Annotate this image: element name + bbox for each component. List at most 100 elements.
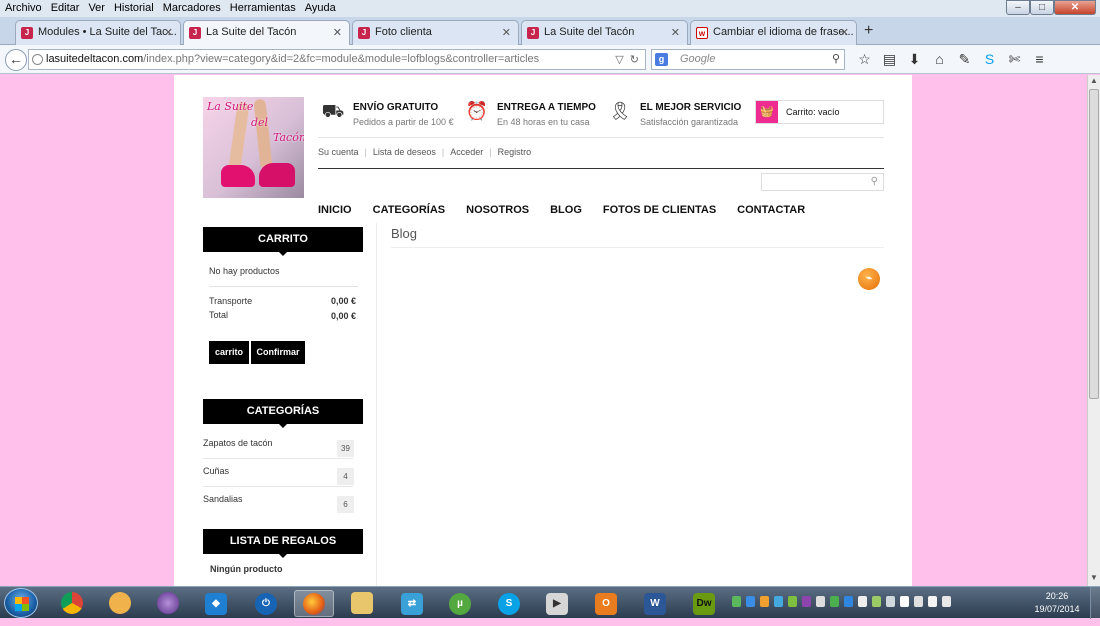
chrome-icon[interactable]: [52, 590, 92, 617]
network-icon[interactable]: [900, 596, 909, 607]
category-item[interactable]: Sandalias 6: [203, 487, 354, 515]
media-player-icon[interactable]: ▶: [537, 590, 577, 617]
battery-icon[interactable]: [942, 596, 951, 607]
category-count: 39: [337, 440, 354, 457]
categories-block-title[interactable]: CATEGORÍAS: [203, 399, 363, 428]
volume-icon[interactable]: [914, 596, 923, 607]
utorrent-icon[interactable]: µ: [440, 590, 480, 617]
nav-fotos-clientas[interactable]: FOTOS DE CLIENTAS: [603, 204, 716, 216]
menu-historial[interactable]: Historial: [109, 0, 158, 14]
close-tab-icon[interactable]: ✕: [840, 26, 849, 39]
tab-la-suite-del-tacon-2[interactable]: J La Suite del Tacón ✕: [521, 20, 688, 45]
tray-app-icon[interactable]: [788, 596, 797, 607]
tray-app-icon[interactable]: [844, 596, 853, 607]
close-tab-icon[interactable]: ✕: [502, 26, 511, 39]
dropbox-icon[interactable]: ◆: [196, 590, 236, 617]
close-tab-icon[interactable]: ✕: [671, 26, 680, 39]
skype-icon[interactable]: S: [977, 51, 1002, 68]
menu-marcadores[interactable]: Marcadores: [158, 0, 225, 14]
scroll-up-icon[interactable]: ▲: [1088, 76, 1100, 88]
flag-icon[interactable]: [928, 596, 937, 607]
tray-app-icon[interactable]: [830, 596, 839, 607]
search-icon[interactable]: ⚲: [871, 176, 878, 187]
word-icon[interactable]: W: [635, 590, 675, 617]
site-logo[interactable]: La Suite del Tacón: [203, 97, 304, 198]
search-input[interactable]: g Google ⚲: [651, 49, 845, 70]
tray-app-icon[interactable]: [886, 596, 895, 607]
menu-archivo[interactable]: Archivo: [0, 0, 46, 14]
tab-la-suite-del-tacon[interactable]: J La Suite del Tacón ✕: [183, 20, 350, 46]
site-search-input[interactable]: ⚲: [761, 173, 884, 191]
url-bar[interactable]: lasuitedeltacon.com/index.php?view=categ…: [28, 49, 646, 70]
tab-cambiar-idioma[interactable]: w Cambiar el idioma de frase... ✕: [690, 20, 857, 45]
nav-blog[interactable]: BLOG: [550, 204, 582, 216]
header-cart[interactable]: 🧺 Carrito: vacío: [755, 100, 884, 124]
tab-modules[interactable]: J Modules • La Suite del Tac... ✕: [15, 20, 181, 45]
skype-taskbar-icon[interactable]: S: [489, 590, 529, 617]
menu-ayuda[interactable]: Ayuda: [300, 0, 340, 14]
extension-icon[interactable]: ✄: [1002, 51, 1027, 68]
menu-ver[interactable]: Ver: [83, 0, 109, 14]
addon-icon[interactable]: ✎: [952, 51, 977, 68]
download-icon[interactable]: ⬇: [902, 51, 927, 68]
scroll-thumb[interactable]: [1089, 89, 1099, 399]
scroll-down-icon[interactable]: ▼: [1088, 573, 1100, 585]
category-item[interactable]: Zapatos de tacón 39: [203, 431, 354, 459]
confirm-button[interactable]: Confirmar: [251, 341, 305, 364]
dreamweaver-icon[interactable]: Dw: [684, 590, 724, 617]
account-links: Su cuenta | Lista de deseos | Acceder | Regist…: [318, 147, 532, 157]
gift-list-block-title[interactable]: LISTA DE REGALOS: [203, 529, 363, 558]
reload-icon[interactable]: ▽ ↻: [615, 53, 639, 66]
tray-app-icon[interactable]: [746, 596, 755, 607]
tray-app-icon[interactable]: [774, 596, 783, 607]
nav-inicio[interactable]: INICIO: [318, 204, 352, 216]
clock[interactable]: 20:26 19/07/2014: [1030, 590, 1084, 616]
maximize-button[interactable]: □: [1030, 0, 1054, 15]
show-desktop-button[interactable]: [1090, 587, 1100, 619]
site-favicon-icon: J: [358, 27, 370, 39]
firefox-icon[interactable]: [294, 590, 334, 617]
menu-editar[interactable]: Editar: [46, 0, 84, 14]
rss-icon[interactable]: ⌁: [858, 268, 880, 290]
nav-nosotros[interactable]: NOSOTROS: [466, 204, 529, 216]
bookmark-star-icon[interactable]: ☆: [852, 51, 877, 68]
feature-best-service: 🎗 EL MEJOR SERVICIO Satisfacción garanti…: [608, 101, 742, 127]
link-lista-deseos[interactable]: Lista de deseos: [373, 147, 436, 157]
home-icon[interactable]: ⌂: [927, 51, 952, 68]
paint-icon[interactable]: [100, 590, 140, 617]
tray-app-icon[interactable]: [760, 596, 769, 607]
close-tab-icon[interactable]: ✕: [164, 26, 173, 39]
tray-app-icon[interactable]: [816, 596, 825, 607]
new-tab-button[interactable]: +: [864, 22, 873, 40]
link-su-cuenta[interactable]: Su cuenta: [318, 147, 359, 157]
cart-button[interactable]: carrito: [209, 341, 249, 364]
close-tab-icon[interactable]: ✕: [333, 26, 342, 39]
close-window-button[interactable]: ✕: [1054, 0, 1096, 15]
cart-block-title[interactable]: CARRITO: [203, 227, 363, 256]
outlook-icon[interactable]: O: [586, 590, 626, 617]
minimize-button[interactable]: –: [1006, 0, 1030, 15]
menu-icon[interactable]: ≡: [1027, 51, 1052, 68]
category-item[interactable]: Cuñas 4: [203, 459, 354, 487]
logo-text: Tacón: [273, 131, 304, 144]
back-button[interactable]: ←: [5, 49, 27, 71]
tray-app-icon[interactable]: [732, 596, 741, 607]
app-sphere-icon[interactable]: [148, 590, 188, 617]
tray-app-icon[interactable]: [872, 596, 881, 607]
tray-app-icon[interactable]: [858, 596, 867, 607]
start-button[interactable]: [4, 588, 38, 618]
power-app-icon[interactable]: ⏻: [246, 590, 286, 617]
file-explorer-icon[interactable]: [342, 590, 382, 617]
tab-foto-clienta[interactable]: J Foto clienta ✕: [352, 20, 519, 45]
feature-free-shipping: ⛟ ENVÍO GRATUITO Pedidos a partir de 100…: [321, 101, 454, 127]
menu-herramientas[interactable]: Herramientas: [225, 0, 300, 14]
tray-app-icon[interactable]: [802, 596, 811, 607]
link-acceder[interactable]: Acceder: [450, 147, 483, 157]
search-icon[interactable]: ⚲: [832, 52, 840, 65]
page-scrollbar[interactable]: ▲ ▼: [1087, 75, 1100, 586]
transfer-icon[interactable]: ⇄: [392, 590, 432, 617]
link-registro[interactable]: Registro: [498, 147, 532, 157]
nav-contactar[interactable]: CONTACTAR: [737, 204, 805, 216]
bookmarks-list-icon[interactable]: ▤: [877, 51, 902, 68]
nav-categorias[interactable]: CATEGORÍAS: [373, 204, 446, 216]
